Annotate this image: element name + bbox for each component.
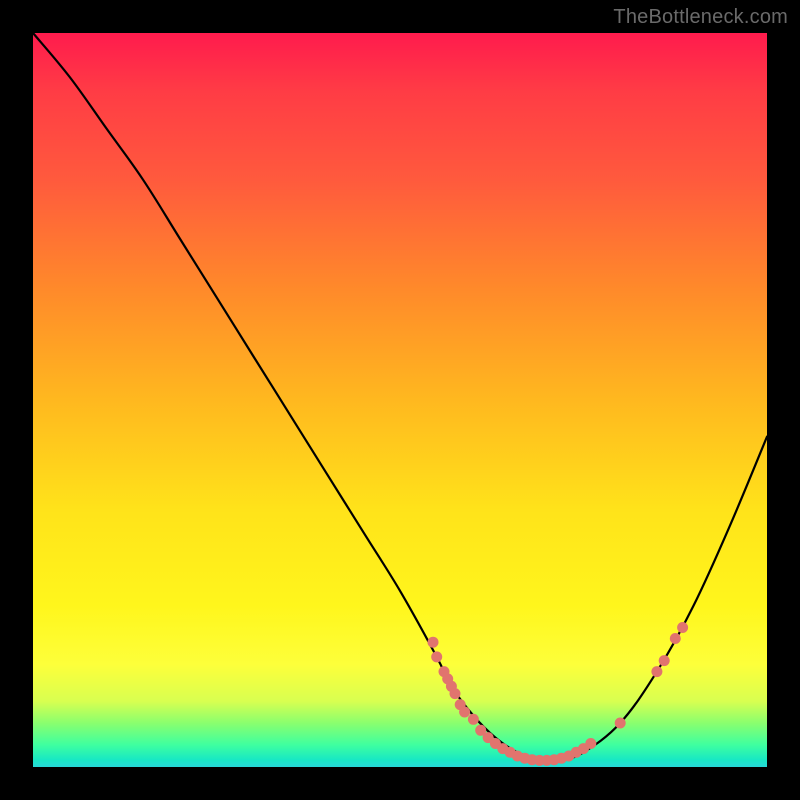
plot-area (33, 33, 767, 767)
chart-svg (33, 33, 767, 767)
data-marker (468, 714, 479, 725)
bottleneck-curve (33, 33, 767, 761)
data-marker (651, 666, 662, 677)
data-marker (615, 718, 626, 729)
data-marker (428, 637, 439, 648)
data-marker (659, 655, 670, 666)
watermark-text: TheBottleneck.com (613, 6, 788, 29)
chart-frame: TheBottleneck.com (0, 0, 800, 800)
data-marker (677, 622, 688, 633)
data-marker (670, 633, 681, 644)
data-marker (585, 738, 596, 749)
data-marker (431, 651, 442, 662)
data-marker (450, 688, 461, 699)
marker-group (428, 622, 689, 766)
data-marker (459, 707, 470, 718)
